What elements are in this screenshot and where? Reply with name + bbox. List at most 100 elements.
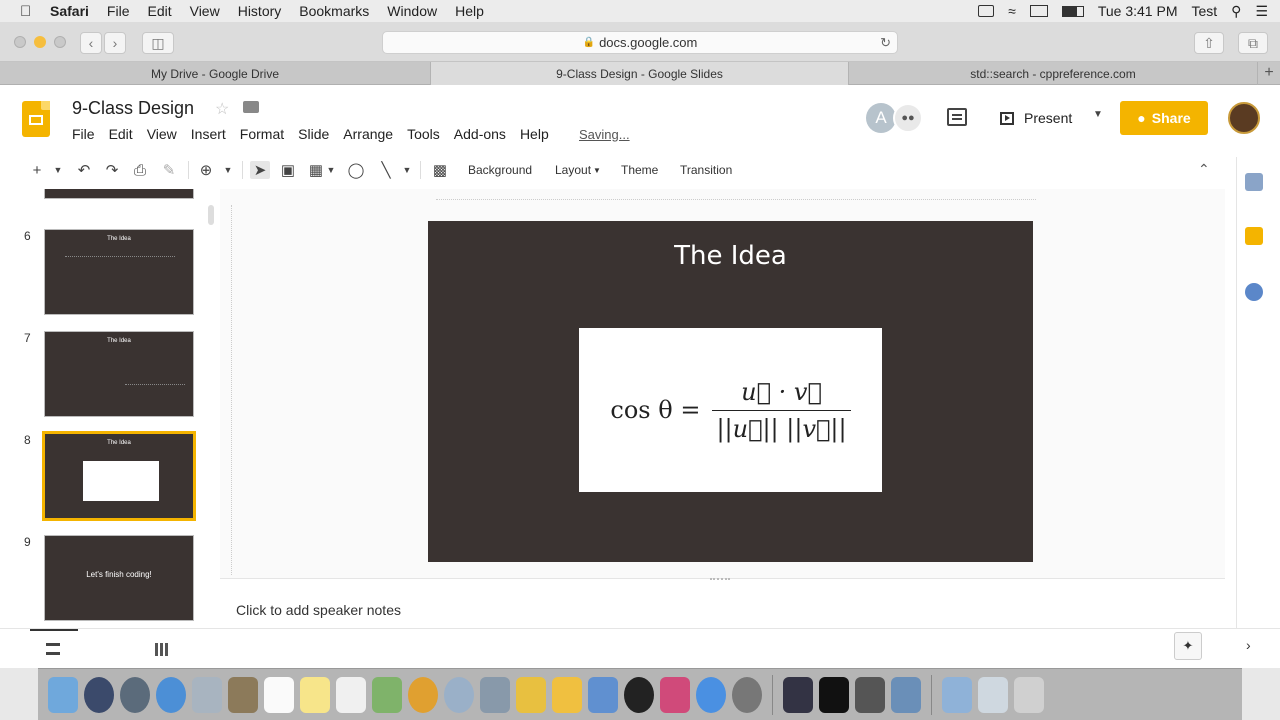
slide-thumbnail-7[interactable]: The Idea bbox=[44, 331, 194, 417]
filmstrip-view-icon[interactable] bbox=[46, 643, 60, 655]
finder-icon[interactable] bbox=[48, 676, 78, 713]
apple-menu-icon[interactable]:  bbox=[20, 3, 42, 20]
text-box-icon[interactable]: ▣ bbox=[278, 161, 298, 179]
slide-thumbnail-6[interactable]: The Idea bbox=[44, 229, 194, 315]
zoom-icon[interactable]: ⊕ bbox=[196, 161, 216, 179]
menu-clock[interactable]: Tue 3:41 PM bbox=[1098, 3, 1178, 19]
photos-icon[interactable] bbox=[408, 676, 438, 713]
theme-button[interactable]: Theme bbox=[621, 161, 658, 179]
notes-resize-handle[interactable] bbox=[710, 578, 730, 584]
speaker-notes[interactable]: Click to add speaker notes bbox=[220, 578, 1225, 628]
video-editor-icon[interactable] bbox=[855, 676, 885, 713]
music-icon[interactable] bbox=[660, 676, 690, 713]
slide-title[interactable]: The Idea bbox=[428, 241, 1033, 271]
user-avatar[interactable] bbox=[1228, 102, 1260, 134]
siri-icon[interactable] bbox=[84, 676, 114, 713]
notes-icon[interactable] bbox=[300, 676, 330, 713]
new-tab-button[interactable]: + bbox=[1258, 62, 1280, 84]
tasks-icon[interactable] bbox=[1245, 283, 1263, 301]
spotlight-icon[interactable]: ⚲ bbox=[1231, 3, 1241, 20]
quicktime-icon[interactable] bbox=[891, 676, 921, 713]
menu-edit[interactable]: Edit bbox=[147, 3, 171, 19]
system-preferences-icon[interactable] bbox=[732, 676, 762, 713]
documents-stack-icon[interactable] bbox=[978, 676, 1008, 713]
filmstrip-scrollbar[interactable] bbox=[208, 205, 214, 225]
app-store-icon[interactable] bbox=[696, 676, 726, 713]
maps-icon[interactable] bbox=[372, 676, 402, 713]
redo-icon[interactable]: ↷ bbox=[102, 161, 122, 179]
calendar-icon[interactable] bbox=[264, 676, 294, 713]
document-title[interactable]: 9-Class Design bbox=[72, 98, 194, 119]
mail-icon[interactable] bbox=[192, 676, 222, 713]
calendar-icon[interactable] bbox=[1245, 173, 1263, 191]
formula-image[interactable]: cos θ = u⃗ · v⃗ ||u⃗|| ||v⃗|| bbox=[579, 328, 882, 492]
transition-button[interactable]: Transition bbox=[680, 161, 732, 179]
close-window-button[interactable] bbox=[14, 36, 26, 48]
keynote-icon[interactable] bbox=[588, 676, 618, 713]
present-dropdown-icon[interactable]: ▼ bbox=[1093, 109, 1103, 120]
app-menu-file[interactable]: File bbox=[72, 126, 95, 142]
chevron-right-icon[interactable]: › bbox=[1246, 637, 1251, 653]
saving-status[interactable]: Saving... bbox=[579, 127, 630, 142]
slide-thumbnail-9[interactable]: Let's finish coding! bbox=[44, 535, 194, 621]
app-menu-addons[interactable]: Add-ons bbox=[454, 126, 506, 142]
paint-format-icon[interactable]: ✎ bbox=[160, 161, 178, 179]
tab-cppreference[interactable]: std::search - cppreference.com bbox=[849, 62, 1258, 85]
news-icon[interactable] bbox=[624, 676, 654, 713]
current-slide[interactable]: The Idea cos θ = u⃗ · v⃗ ||u⃗|| ||v⃗|| bbox=[428, 221, 1033, 562]
insert-comment-icon[interactable]: ▩ bbox=[430, 161, 450, 179]
grid-view-icon[interactable] bbox=[155, 643, 168, 656]
image-dropdown-icon[interactable]: ▼ bbox=[326, 161, 336, 179]
line-icon[interactable]: ╲ bbox=[376, 161, 396, 179]
new-slide-dropdown-icon[interactable]: ▼ bbox=[52, 161, 64, 179]
line-dropdown-icon[interactable]: ▼ bbox=[402, 161, 412, 179]
background-button[interactable]: Background bbox=[468, 161, 532, 179]
speaker-notes-placeholder[interactable]: Click to add speaker notes bbox=[236, 602, 401, 618]
reload-icon[interactable]: ↻ bbox=[880, 35, 891, 51]
slides-logo-icon[interactable] bbox=[22, 101, 50, 137]
shape-icon[interactable]: ◯ bbox=[346, 161, 366, 179]
tab-google-slides[interactable]: 9-Class Design - Google Slides bbox=[431, 62, 849, 85]
wifi-icon[interactable]: ≈ bbox=[1008, 3, 1016, 19]
app-menu-edit[interactable]: Edit bbox=[109, 126, 133, 142]
app-menu-insert[interactable]: Insert bbox=[191, 126, 226, 142]
layout-button[interactable]: Layout ▼ bbox=[555, 161, 601, 179]
star-icon[interactable]: ☆ bbox=[215, 99, 229, 119]
app-menu-view[interactable]: View bbox=[147, 126, 177, 142]
forward-button[interactable]: › bbox=[104, 32, 126, 54]
menu-user[interactable]: Test bbox=[1191, 3, 1217, 19]
downloads-folder-icon[interactable] bbox=[942, 676, 972, 713]
zoom-dropdown-icon[interactable]: ▼ bbox=[222, 161, 234, 179]
trash-icon[interactable] bbox=[1014, 676, 1044, 713]
menu-bookmarks[interactable]: Bookmarks bbox=[299, 3, 369, 19]
notification-center-icon[interactable]: ☰ bbox=[1255, 3, 1268, 20]
anonymous-viewer-icon[interactable]: ●● bbox=[893, 103, 923, 133]
slide-thumbnail-5[interactable] bbox=[44, 189, 194, 199]
menu-help[interactable]: Help bbox=[455, 3, 484, 19]
menu-app-name[interactable]: Safari bbox=[50, 3, 89, 19]
app-menu-format[interactable]: Format bbox=[240, 126, 284, 142]
present-button[interactable]: Present bbox=[992, 103, 1084, 133]
airplay-icon[interactable] bbox=[978, 5, 995, 17]
share-icon[interactable]: ⇧ bbox=[1194, 32, 1224, 54]
menu-file[interactable]: File bbox=[107, 3, 130, 19]
select-tool-icon[interactable]: ➤ bbox=[250, 161, 270, 179]
zoom-window-button[interactable] bbox=[54, 36, 66, 48]
minimize-window-button[interactable] bbox=[34, 36, 46, 48]
contacts-icon[interactable] bbox=[228, 676, 258, 713]
slide-thumbnail-8[interactable]: The Idea bbox=[42, 431, 196, 521]
undo-icon[interactable]: ↶ bbox=[74, 161, 94, 179]
collaborator-avatar[interactable]: A bbox=[866, 103, 896, 133]
new-slide-icon[interactable]: + bbox=[30, 161, 44, 179]
menu-view[interactable]: View bbox=[190, 3, 220, 19]
collapse-toolbar-icon[interactable]: ⌃ bbox=[1198, 161, 1210, 178]
tab-my-drive[interactable]: My Drive - Google Drive bbox=[0, 62, 431, 85]
numbers-icon[interactable] bbox=[552, 676, 582, 713]
app-menu-tools[interactable]: Tools bbox=[407, 126, 440, 142]
image-icon[interactable]: ▦ bbox=[306, 161, 326, 179]
app-menu-arrange[interactable]: Arrange bbox=[343, 126, 393, 142]
tab-overview-icon[interactable]: ⧉ bbox=[1238, 32, 1268, 54]
xcode-icon[interactable] bbox=[783, 676, 813, 713]
move-to-folder-icon[interactable] bbox=[243, 101, 259, 113]
display-icon[interactable] bbox=[1029, 5, 1048, 17]
